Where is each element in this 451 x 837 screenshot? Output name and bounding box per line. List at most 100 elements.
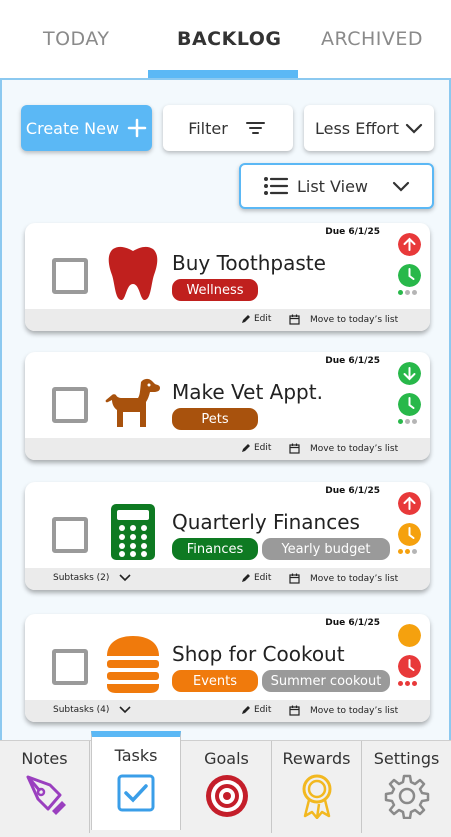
calculator-icon xyxy=(111,504,155,560)
backlog-panel: Create New Filter Less Effort List View … xyxy=(0,78,451,740)
edit-label: Edit xyxy=(254,314,272,324)
filter-button[interactable]: Filter xyxy=(163,105,293,151)
tooth-icon xyxy=(108,246,158,301)
task-checkbox[interactable] xyxy=(52,258,88,294)
edit-button[interactable]: Edit xyxy=(241,443,271,453)
move-to-today-button[interactable]: Move to today’s list xyxy=(289,314,398,325)
tab-backlog[interactable]: BACKLOG xyxy=(177,28,282,50)
task-title: Quarterly Finances xyxy=(172,510,360,534)
create-new-button[interactable]: Create New xyxy=(21,105,152,151)
burger-icon xyxy=(107,636,159,693)
calendar-icon xyxy=(289,573,300,584)
nav-notes[interactable]: Notes xyxy=(0,741,90,833)
due-date: Due 6/1/25 xyxy=(325,227,380,237)
nav-notes-label: Notes xyxy=(21,749,68,768)
task-checkbox[interactable] xyxy=(52,387,88,423)
task-card-shop-for-cookout[interactable]: Due 6/1/25 Shop for Cookout Events Summe… xyxy=(25,614,430,722)
sort-label: Less Effort xyxy=(314,118,399,138)
effort-level-dots xyxy=(398,419,417,424)
target-icon xyxy=(205,775,248,817)
move-label: Move to today’s list xyxy=(310,573,399,584)
medal-icon xyxy=(302,774,331,819)
nav-rewards-label: Rewards xyxy=(282,749,351,768)
due-date: Due 6/1/25 xyxy=(325,486,380,496)
due-date: Due 6/1/25 xyxy=(325,618,380,628)
move-label: Move to today’s list xyxy=(310,443,399,454)
task-tags: Pets xyxy=(172,408,258,430)
dog-icon xyxy=(105,378,160,427)
top-tab-bar: TODAY BACKLOG ARCHIVED xyxy=(0,0,451,78)
filter-lines-icon xyxy=(245,122,265,134)
task-title: Buy Toothpaste xyxy=(172,251,326,275)
priority-high-arrow-icon xyxy=(398,492,421,515)
tag-events[interactable]: Events xyxy=(172,670,258,692)
card-footer: Subtasks (2) Edit Move to today’s list xyxy=(25,568,430,590)
move-to-today-button[interactable]: Move to today’s list xyxy=(289,705,398,716)
nav-rewards[interactable]: Rewards xyxy=(272,741,362,833)
calendar-icon xyxy=(289,443,300,454)
priority-high-arrow-icon xyxy=(398,233,421,256)
task-title: Shop for Cookout xyxy=(172,642,345,666)
card-footer: Edit Move to today’s list xyxy=(25,438,430,460)
nav-goals[interactable]: Goals xyxy=(182,741,272,833)
sort-dropdown[interactable]: Less Effort xyxy=(304,105,434,151)
tag-pets[interactable]: Pets xyxy=(172,408,258,430)
edit-button[interactable]: Edit xyxy=(241,705,271,715)
task-card-quarterly-finances[interactable]: Due 6/1/25 Quarterly Finances Finances Y… xyxy=(25,482,430,590)
task-title: Make Vet Appt. xyxy=(172,380,323,404)
calendar-icon xyxy=(289,314,300,325)
task-checkbox[interactable] xyxy=(52,517,88,553)
priority-low-arrow-icon xyxy=(398,362,421,385)
task-checkbox[interactable] xyxy=(52,649,88,685)
checkbox-icon xyxy=(117,774,155,812)
pencil-icon xyxy=(242,706,250,714)
edit-button[interactable]: Edit xyxy=(241,314,271,324)
calendar-icon xyxy=(289,705,300,716)
due-date: Due 6/1/25 xyxy=(325,356,380,366)
priority-medium-dot-icon xyxy=(398,624,421,647)
nav-settings-label: Settings xyxy=(373,749,440,768)
tab-today[interactable]: TODAY xyxy=(43,28,110,50)
effort-clock-icon xyxy=(398,523,421,546)
nav-tasks-label: Tasks xyxy=(114,746,158,765)
tag-wellness[interactable]: Wellness xyxy=(172,279,258,301)
edit-button[interactable]: Edit xyxy=(241,573,271,583)
tab-archived[interactable]: ARCHIVED xyxy=(321,28,423,50)
move-label: Move to today’s list xyxy=(310,314,399,325)
view-mode-label: List View xyxy=(296,176,369,196)
create-new-label: Create New xyxy=(25,118,120,138)
tag-summer-cookout[interactable]: Summer cookout xyxy=(262,670,390,692)
nav-goals-label: Goals xyxy=(204,749,249,768)
subtasks-label: Subtasks (2) xyxy=(53,573,110,583)
chevron-down-icon xyxy=(405,123,423,134)
effort-level-dots xyxy=(398,549,417,554)
tag-finances[interactable]: Finances xyxy=(172,538,258,560)
pencil-icon xyxy=(242,574,250,582)
card-footer: Subtasks (4) Edit Move to today’s list xyxy=(25,700,430,722)
effort-clock-icon xyxy=(398,655,421,678)
card-footer: Edit Move to today’s list xyxy=(25,309,430,331)
chevron-down-icon xyxy=(119,574,131,582)
effort-clock-icon xyxy=(398,393,421,416)
subtasks-toggle[interactable]: Subtasks (4) xyxy=(53,705,131,715)
filter-label: Filter xyxy=(188,118,228,138)
move-to-today-button[interactable]: Move to today’s list xyxy=(289,573,398,584)
task-card-make-vet-appt[interactable]: Due 6/1/25 Make Vet Appt. Pets Edit Move… xyxy=(25,352,430,460)
plus-icon xyxy=(127,118,147,138)
view-mode-dropdown[interactable]: List View xyxy=(239,163,434,209)
task-tags: Wellness xyxy=(172,279,258,301)
task-card-buy-toothpaste[interactable]: Due 6/1/25 Buy Toothpaste Wellness Edit … xyxy=(25,223,430,331)
chevron-down-icon xyxy=(392,181,410,192)
effort-level-dots xyxy=(398,290,417,295)
move-to-today-button[interactable]: Move to today’s list xyxy=(289,443,398,454)
subtasks-toggle[interactable]: Subtasks (2) xyxy=(53,573,131,583)
gear-icon xyxy=(384,774,429,819)
tag-yearly-budget[interactable]: Yearly budget xyxy=(262,538,390,560)
pencil-icon xyxy=(242,444,250,452)
nav-settings[interactable]: Settings xyxy=(362,741,451,833)
task-tags: Finances Yearly budget xyxy=(172,538,390,560)
subtasks-label: Subtasks (4) xyxy=(53,705,110,715)
move-label: Move to today’s list xyxy=(310,705,399,716)
effort-level-dots xyxy=(398,681,417,686)
nav-tasks[interactable]: Tasks xyxy=(91,731,181,830)
